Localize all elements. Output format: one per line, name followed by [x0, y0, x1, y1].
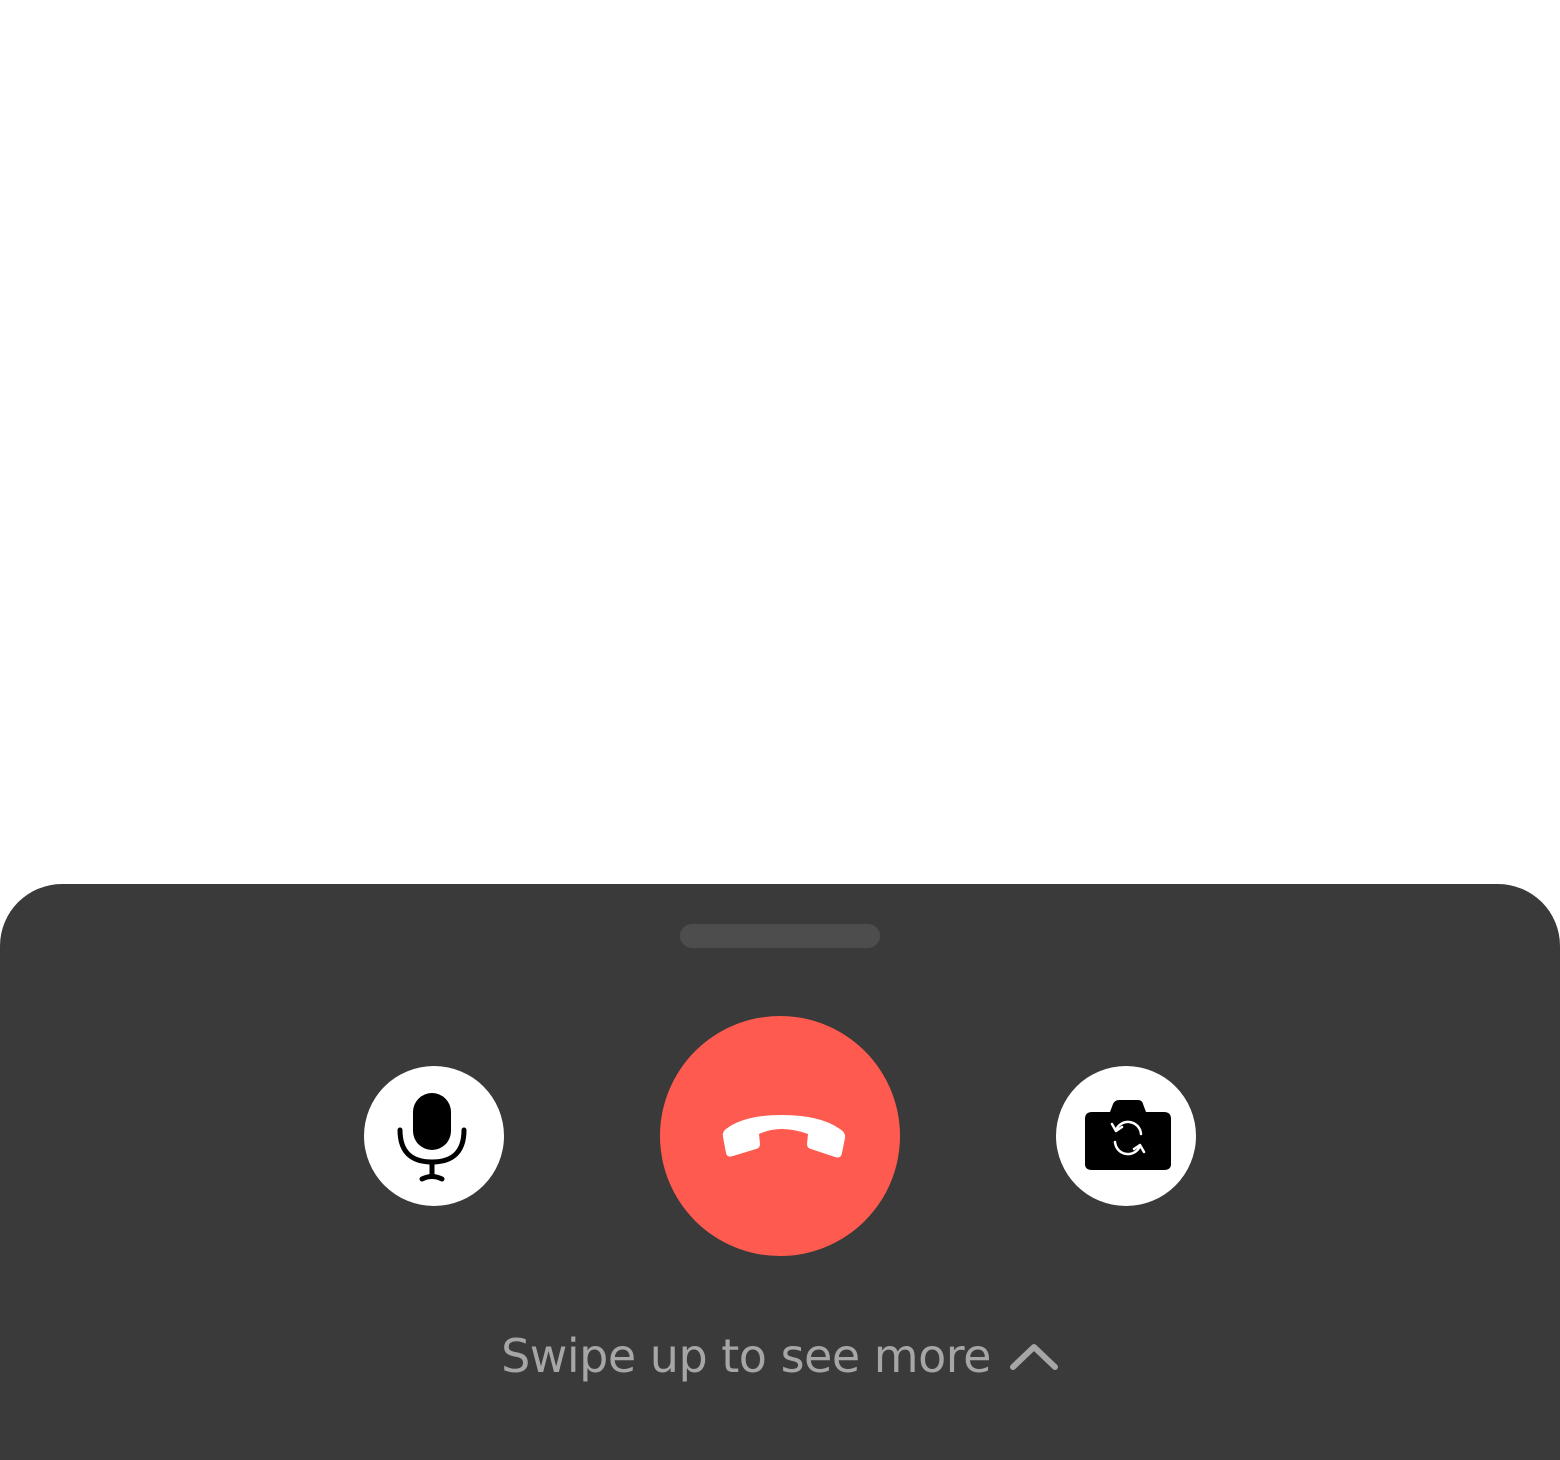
sheet-drag-handle[interactable]: [680, 924, 880, 948]
swipe-up-hint[interactable]: Swipe up to see more: [0, 1324, 1560, 1388]
swipe-hint-label: Swipe up to see more: [501, 1329, 991, 1383]
video-area: [0, 0, 1560, 884]
flip-camera-button[interactable]: [1056, 1066, 1196, 1206]
phone-hangup-icon: [722, 1115, 846, 1158]
call-controls-sheet[interactable]: Swipe up to see more: [0, 884, 1560, 1460]
mute-microphone-button[interactable]: [364, 1066, 504, 1206]
end-call-button[interactable]: [660, 1016, 900, 1256]
microphone-icon: [397, 1093, 467, 1182]
camera-flip-icon: [1085, 1100, 1171, 1170]
chevron-up-icon: [1009, 1344, 1058, 1370]
